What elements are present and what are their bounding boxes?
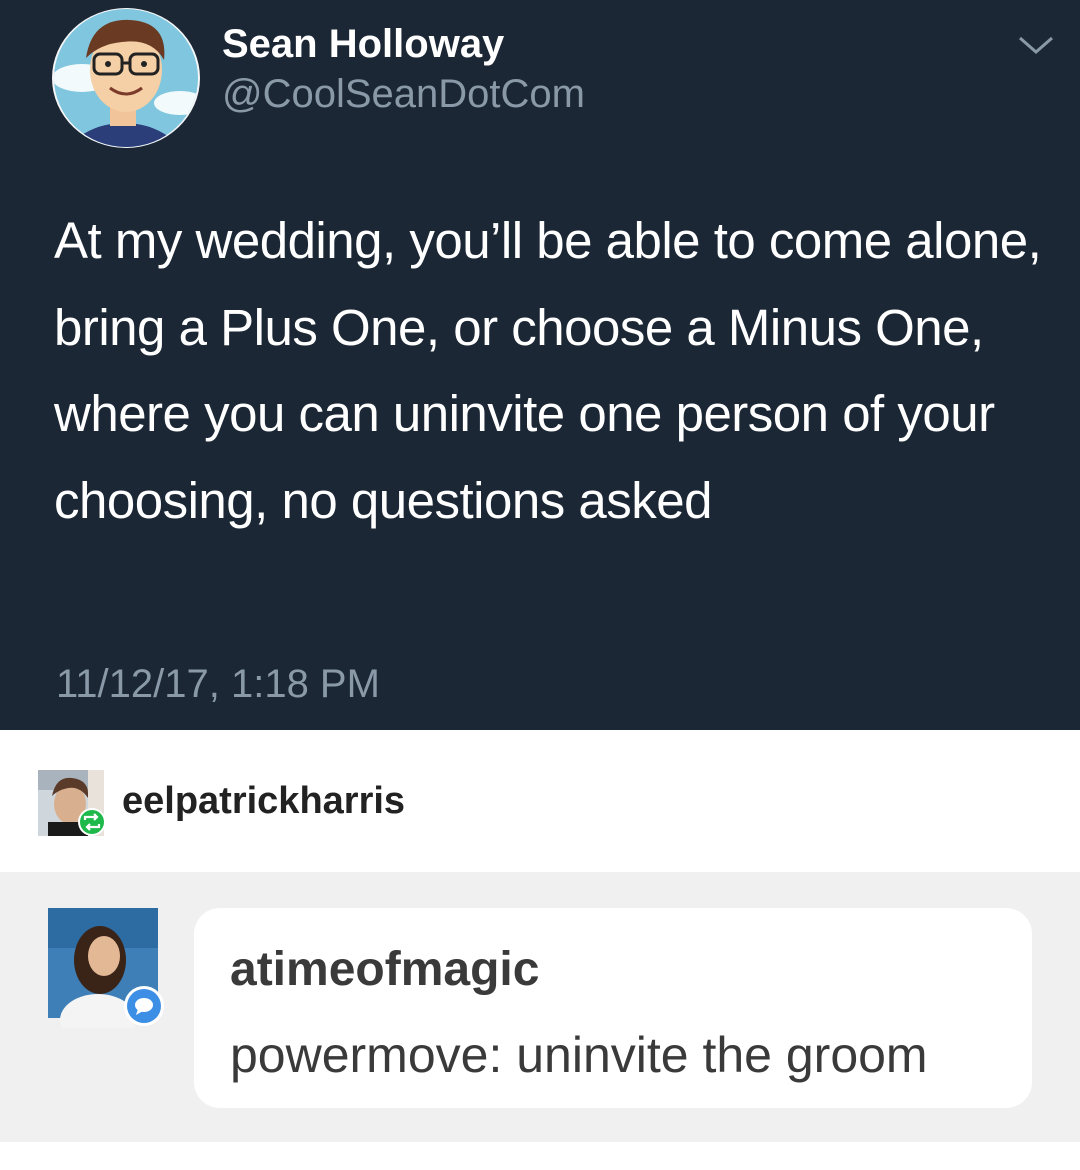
tweet-card: Sean Holloway @CoolSeanDotCom At my wedd… (0, 0, 1080, 730)
reply-bubble: atimeofmagic powermove: uninvite the gro… (194, 908, 1032, 1108)
speech-bubble-icon (124, 986, 164, 1026)
user-handle[interactable]: @CoolSeanDotCom (222, 72, 585, 117)
reblogger-username[interactable]: eelpatrickharris (122, 780, 405, 823)
chevron-down-icon[interactable] (1016, 34, 1056, 58)
display-name[interactable]: Sean Holloway (222, 22, 504, 67)
reblogger-avatar[interactable] (38, 770, 104, 836)
reply-section: atimeofmagic powermove: uninvite the gro… (0, 872, 1080, 1142)
avatar[interactable] (52, 8, 200, 148)
tweet-timestamp: 11/12/17, 1:18 PM (56, 662, 380, 706)
replier-username[interactable]: atimeofmagic (230, 942, 539, 997)
reply-text: powermove: uninvite the groom (230, 1027, 928, 1083)
reblog-header: eelpatrickharris (0, 730, 1080, 872)
tweet-text: At my wedding, you’ll be able to come al… (54, 212, 1042, 529)
replier-avatar[interactable] (48, 908, 166, 1028)
